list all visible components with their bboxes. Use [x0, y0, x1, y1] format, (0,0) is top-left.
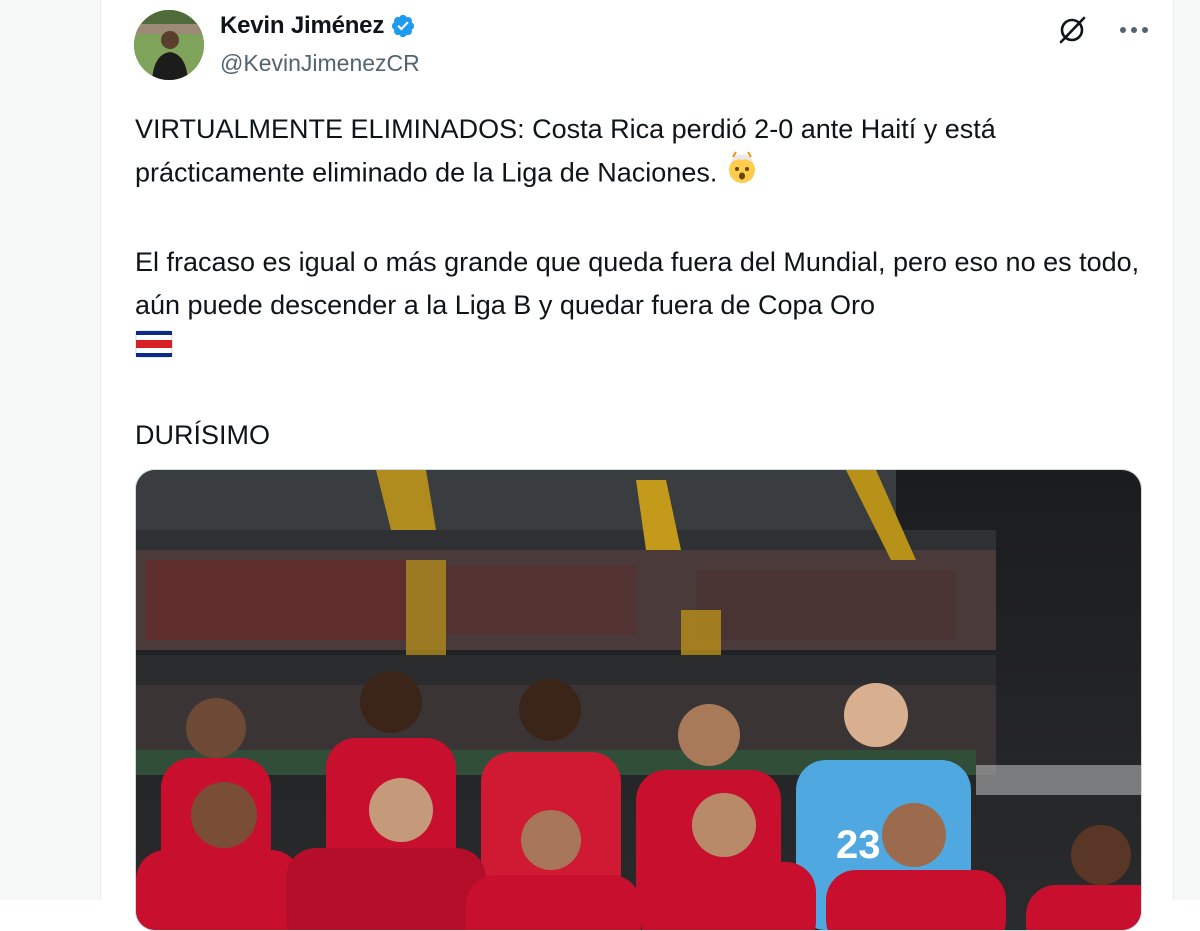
grok-icon[interactable]: [1054, 14, 1090, 46]
costa-rica-flag-emoji: [135, 328, 173, 371]
tweet-paragraph-2: El fracaso es igual o más grande que que…: [135, 241, 1145, 371]
tweet-paragraph-1-text: VIRTUALMENTE ELIMINADOS: Costa Rica perd…: [135, 114, 996, 188]
tweet-paragraph-3: DURÍSIMO: [135, 414, 1145, 457]
tweet-paragraph-1: VIRTUALMENTE ELIMINADOS: Costa Rica perd…: [135, 108, 1145, 198]
team-photo-illustration: 23: [136, 470, 1141, 930]
verified-badge-icon: [392, 14, 415, 38]
exploding-head-emoji: [725, 151, 759, 198]
author-name-row: Kevin Jiménez: [220, 12, 416, 40]
more-options-icon[interactable]: [1116, 14, 1152, 46]
author-handle[interactable]: @KevinJimenezCR: [220, 50, 420, 77]
avatar[interactable]: [134, 10, 204, 80]
tweet-photo[interactable]: 23: [135, 469, 1142, 931]
tweet-text: VIRTUALMENTE ELIMINADOS: Costa Rica perd…: [135, 108, 1145, 457]
tweet-paragraph-2-text: El fracaso es igual o más grande que que…: [135, 247, 1140, 320]
author-display-name[interactable]: Kevin Jiménez: [220, 12, 384, 40]
goalkeeper-number: 23: [836, 823, 881, 867]
tweet-paragraph-3-text: DURÍSIMO: [135, 420, 270, 451]
tweet-header-actions: [1054, 14, 1152, 46]
